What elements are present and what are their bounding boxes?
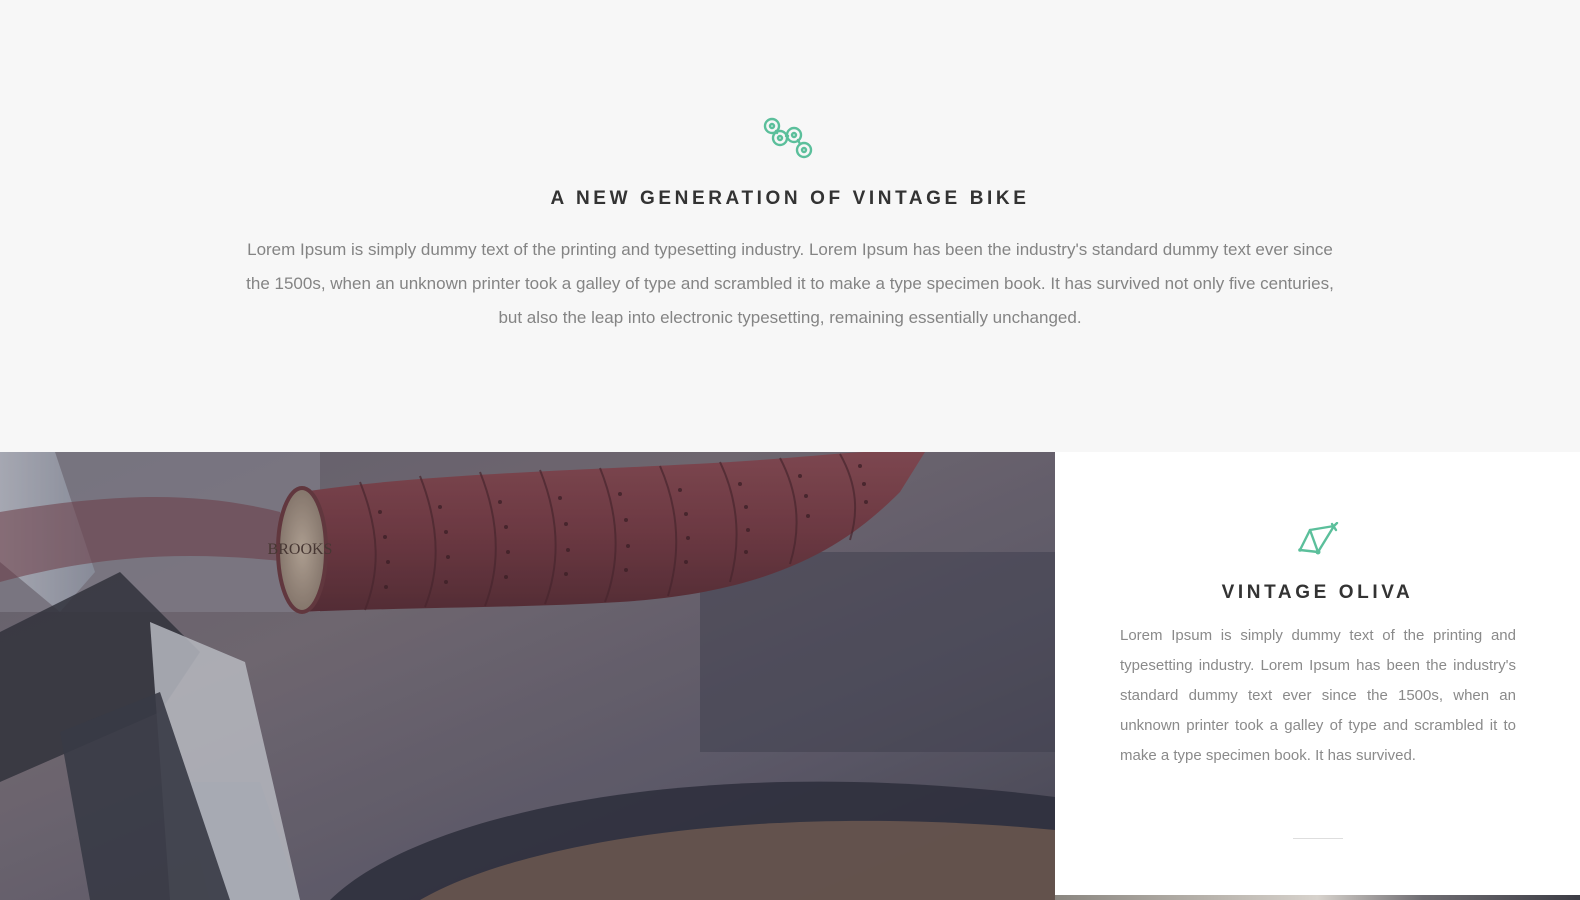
divider: [1293, 838, 1343, 839]
page: A NEW GENERATION OF VINTAGE BIKE Lorem I…: [0, 0, 1580, 900]
bike-chain-icon: [763, 117, 813, 159]
next-image-strip: [1055, 895, 1580, 900]
bicycle-handlebar-photo: BROOKS: [0, 452, 1055, 900]
bike-frame-icon: [1298, 522, 1339, 555]
intro-text: Lorem Ipsum is simply dummy text of the …: [246, 240, 1334, 327]
intro-section: A NEW GENERATION OF VINTAGE BIKE Lorem I…: [0, 0, 1580, 452]
handlebar-illustration: BROOKS: [0, 452, 1055, 900]
card-text: Lorem Ipsum is simply dummy text of the …: [1120, 627, 1516, 764]
intro-title: A NEW GENERATION OF VINTAGE BIKE: [550, 188, 1030, 209]
card-title: VINTAGE OLIVA: [1221, 582, 1414, 603]
feature-card: VINTAGE OLIVA Lorem Ipsum is simply dumm…: [1055, 452, 1580, 900]
